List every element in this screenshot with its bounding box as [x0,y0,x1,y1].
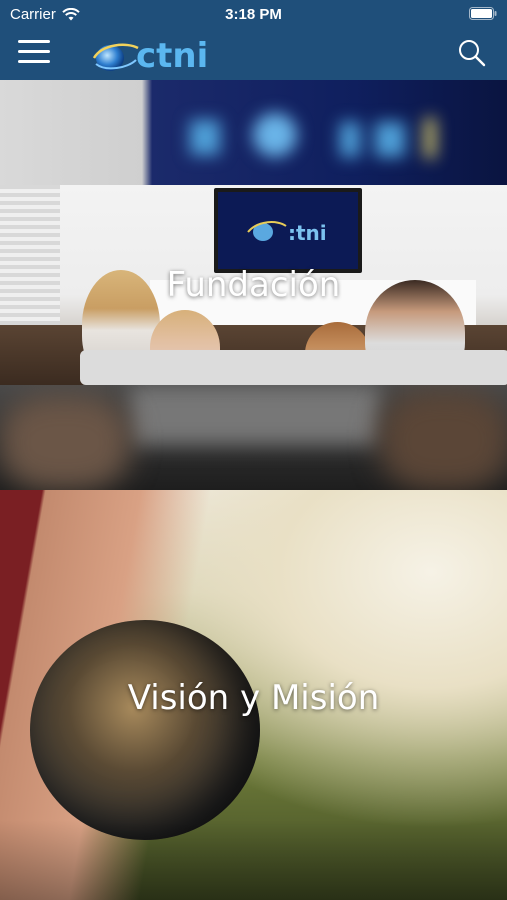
battery-icon [469,7,497,20]
section-banner-top[interactable] [0,80,507,185]
section-title-vision-mision: Visión y Misión [127,678,380,718]
bottom-shade [0,820,507,900]
menu-icon [18,40,50,63]
nav-bar: ctni [0,28,507,80]
globe-image [30,620,260,840]
sofa-image [80,350,507,385]
blurred-shape [380,390,507,490]
logo-text: ctni [136,36,208,74]
blurred-shape [0,395,130,490]
blurred-logo-image [190,113,435,158]
search-icon [459,40,486,67]
ctni-logo: ctni [92,36,208,74]
svg-text::tni: :tni [288,221,327,245]
blurred-shape [130,385,380,445]
status-time: 3:18 PM [225,6,282,23]
section-title-fundacion: Fundación [166,265,341,305]
television-image: :tni [214,188,362,273]
section-vision-mision[interactable]: Visión y Misión [0,490,507,900]
window-blinds-image [0,185,60,335]
section-fundacion[interactable]: :tni Fundación [0,185,507,385]
app-header: Carrier 3:18 PM ctni [0,0,507,80]
status-bar: Carrier 3:18 PM [0,0,507,28]
search-button[interactable] [457,38,487,68]
section-banner-blurred[interactable] [0,385,507,490]
tv-logo-image: :tni [247,221,327,245]
menu-button[interactable] [18,40,50,66]
